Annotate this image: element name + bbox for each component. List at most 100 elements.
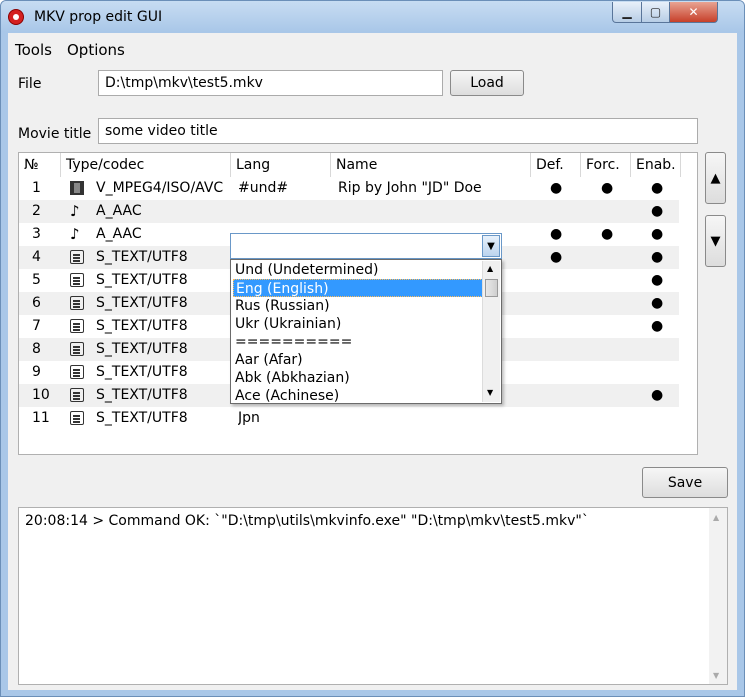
subtitle-icon [70,273,84,287]
track-number: 11 [32,410,50,426]
column-header-type[interactable]: Type/codec [61,153,231,177]
music-note-icon: ♪ [70,225,80,243]
save-button[interactable]: Save [642,467,728,498]
table-row[interactable]: 2 ♪ A_AAC ● [19,200,679,223]
subtitle-icon [70,365,84,379]
move-up-button[interactable]: ▲ [705,152,726,204]
track-forced-flag[interactable]: ● [601,223,613,246]
table-row[interactable]: 11 S_TEXT/UTF8 Jpn [19,407,679,430]
track-name[interactable] [338,200,528,223]
track-codec: S_TEXT/UTF8 [96,272,188,288]
dropdown-option[interactable]: Eng (English) [233,279,483,297]
menu-options[interactable]: Options [67,41,125,59]
arrow-up-icon: ▲ [710,170,721,186]
track-number: 10 [32,387,50,403]
column-header-enab[interactable]: Enab. [631,153,681,177]
track-codec: S_TEXT/UTF8 [96,295,188,311]
dropdown-option[interactable]: Ukr (Ukrainian) [233,315,483,333]
track-codec: S_TEXT/UTF8 [96,364,188,380]
table-row[interactable]: 1 V_MPEG4/ISO/AVC #und# Rip by John "JD" Do… [19,177,679,200]
track-number: 5 [32,272,41,288]
scroll-down-icon[interactable]: ▼ [487,388,493,397]
track-codec: A_AAC [96,226,142,242]
track-number: 9 [32,364,41,380]
subtitle-icon [70,250,84,264]
load-button[interactable]: Load [450,70,524,96]
track-name[interactable]: Rip by John "JD" Doe [338,177,528,200]
track-default-flag[interactable]: ● [550,246,562,269]
menu-tools[interactable]: Tools [15,41,52,59]
scroll-up-icon[interactable]: ▲ [713,513,719,522]
dropdown-option[interactable]: ========== [233,333,483,351]
maximize-icon: ▢ [649,5,662,19]
dropdown-scrollbar[interactable]: ▲ ▼ [482,261,500,402]
column-header-def[interactable]: Def. [531,153,581,177]
close-button[interactable]: ✕ [669,2,718,23]
close-icon: ✕ [688,5,699,19]
dropdown-option[interactable]: Aar (Afar) [233,351,483,369]
subtitle-icon [70,411,84,425]
track-name[interactable] [338,407,528,430]
subtitle-icon [70,296,84,310]
track-number: 6 [32,295,41,311]
track-enabled-flag[interactable]: ● [651,177,663,200]
column-header-forc[interactable]: Forc. [581,153,631,177]
track-number: 3 [32,226,41,242]
subtitle-icon [70,342,84,356]
scroll-up-icon[interactable]: ▲ [487,264,493,273]
movie-title-input[interactable]: some video title [98,118,698,144]
title-bar[interactable]: MKV prop edit GUI ▁ ▢ ✕ [1,1,744,32]
track-forced-flag[interactable]: ● [601,177,613,200]
dropdown-option[interactable]: Rus (Russian) [233,297,483,315]
scroll-thumb[interactable] [485,279,498,297]
maximize-button[interactable]: ▢ [641,2,670,23]
track-codec: V_MPEG4/ISO/AVC [96,180,224,196]
combobox-dropdown-button[interactable]: ▼ [482,235,500,257]
dropdown-option[interactable]: Und (Undetermined) [233,261,483,279]
track-number: 1 [32,180,41,196]
track-codec: S_TEXT/UTF8 [96,341,188,357]
subtitle-icon [70,388,84,402]
column-header-lang[interactable]: Lang [231,153,331,177]
track-enabled-flag[interactable]: ● [651,269,663,292]
track-default-flag[interactable]: ● [550,177,562,200]
app-logo-icon[interactable] [8,9,24,25]
log-panel[interactable]: 20:08:14 > Command OK: `"D:\tmp\utils\mk… [18,507,728,685]
app-window: MKV prop edit GUI ▁ ▢ ✕ Tools Options Fi… [0,0,745,697]
track-enabled-flag[interactable]: ● [651,315,663,338]
minimize-button[interactable]: ▁ [612,2,642,23]
track-lang[interactable] [238,200,328,223]
file-path-input[interactable]: D:\tmp\mkv\test5.mkv [98,70,443,96]
dropdown-option[interactable]: Abk (Abkhazian) [233,369,483,387]
move-down-button[interactable]: ▼ [705,215,726,267]
track-default-flag[interactable]: ● [550,223,562,246]
log-scrollbar[interactable]: ▲ ▼ [709,508,727,684]
table-header: № Type/codec Lang Name Def. Forc. Enab. [19,153,697,177]
music-note-icon: ♪ [70,202,80,220]
column-header-num[interactable]: № [19,153,61,177]
minimize-icon: ▁ [622,5,632,19]
log-line: 20:08:14 > Command OK: `"D:\tmp\utils\mk… [25,513,589,529]
track-lang[interactable]: #und# [238,177,328,200]
chevron-down-icon: ▼ [487,240,495,252]
track-enabled-flag[interactable]: ● [651,200,663,223]
lang-combobox[interactable]: ▼ [230,233,502,259]
dropdown-option[interactable]: Ace (Achinese) [233,387,483,405]
lang-dropdown-list: Und (Undetermined) Eng (English) Rus (Russ… [230,259,502,404]
track-lang[interactable]: Jpn [238,407,328,430]
track-enabled-flag[interactable]: ● [651,246,663,269]
arrow-down-icon: ▼ [710,233,721,249]
column-header-name[interactable]: Name [331,153,531,177]
scroll-down-icon[interactable]: ▼ [713,671,719,680]
track-enabled-flag[interactable]: ● [651,223,663,246]
track-number: 2 [32,203,41,219]
track-enabled-flag[interactable]: ● [651,292,663,315]
client-area: Tools Options File D:\tmp\mkv\test5.mkv … [8,33,737,690]
movie-title-label: Movie title [18,126,92,142]
film-icon [70,181,84,195]
track-codec: A_AAC [96,203,142,219]
track-codec: S_TEXT/UTF8 [96,249,188,265]
track-enabled-flag[interactable]: ● [651,384,663,407]
file-label: File [18,76,42,92]
window-title: MKV prop edit GUI [34,9,163,25]
